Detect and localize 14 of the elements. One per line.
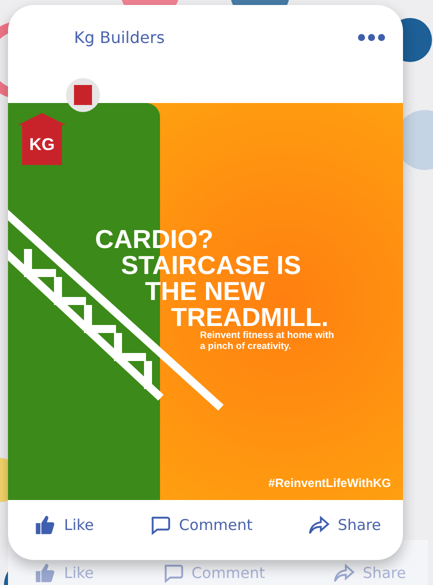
thumbs-up-icon <box>34 562 56 584</box>
post-action-button[interactable]: Comment <box>149 514 253 536</box>
thumbs-up-icon <box>34 514 56 536</box>
more-options-icon[interactable] <box>358 34 385 40</box>
hashtag-text: #ReinventLifeWithKG <box>268 476 391 490</box>
tagline-text: Reinvent fitness at home with a pinch of creativity. <box>200 330 336 352</box>
post-action-button[interactable]: Share <box>308 514 381 536</box>
post-action-button[interactable]: Like <box>34 514 94 536</box>
share-arrow-icon <box>308 514 330 536</box>
avatar-icon[interactable] <box>66 78 100 112</box>
speech-bubble-icon <box>149 514 172 536</box>
share-arrow-icon <box>332 562 355 584</box>
speech-bubble-icon <box>162 562 184 584</box>
author-name[interactable]: Kg Builders <box>74 28 165 46</box>
